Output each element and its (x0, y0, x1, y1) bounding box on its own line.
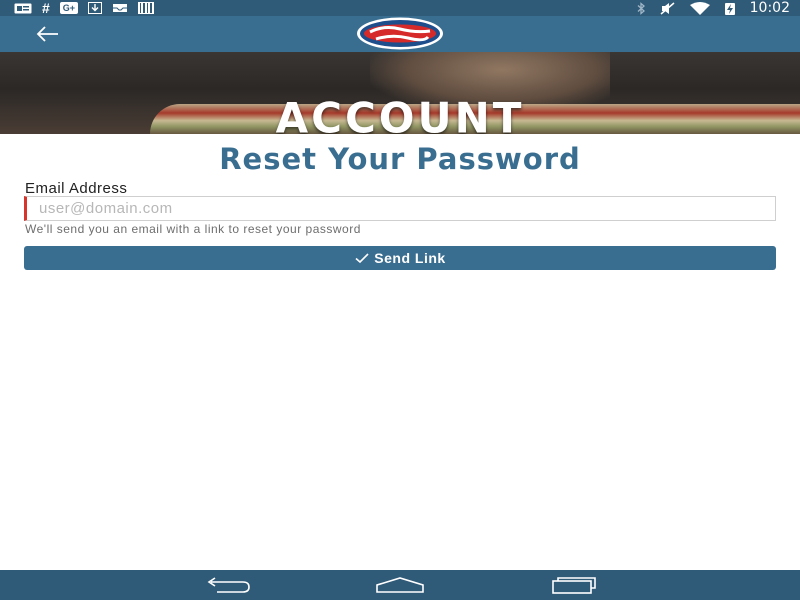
system-nav-bar (0, 570, 800, 600)
back-nav-icon (207, 577, 250, 593)
barcode-icon (138, 2, 155, 14)
google-plus-icon: G+ (59, 2, 79, 14)
page-title: Reset Your Password (219, 142, 581, 176)
app-bar (0, 16, 800, 52)
hero-banner: ACCOUNT (0, 52, 800, 134)
home-nav-button[interactable] (374, 575, 426, 595)
wifi-icon (689, 1, 710, 15)
back-nav-button[interactable] (203, 575, 255, 595)
download-icon (88, 2, 103, 14)
email-help-text: We'll send you an email with a link to r… (25, 222, 361, 236)
check-icon (355, 253, 369, 264)
jersey-mikes-logo (357, 17, 443, 50)
mute-icon (660, 1, 676, 15)
bluetooth-icon (636, 1, 646, 15)
hashtag-icon: # (42, 0, 50, 16)
send-link-button[interactable]: Send Link (24, 246, 776, 270)
battery-charging-icon (724, 2, 736, 15)
clock: 10:02 (749, 0, 790, 16)
home-nav-icon (376, 577, 424, 593)
arrow-left-icon (36, 26, 58, 42)
recents-nav-icon (552, 577, 596, 594)
send-link-label: Send Link (374, 250, 446, 266)
hero-title: ACCOUNT (275, 93, 525, 135)
back-button[interactable] (34, 23, 62, 45)
recents-nav-button[interactable] (547, 575, 599, 595)
status-bar: # G+ 10:02 (0, 0, 800, 16)
notification-card-icon (14, 2, 32, 14)
inbox-icon (112, 2, 128, 14)
email-field[interactable] (24, 196, 776, 221)
email-label: Email Address (25, 180, 128, 197)
